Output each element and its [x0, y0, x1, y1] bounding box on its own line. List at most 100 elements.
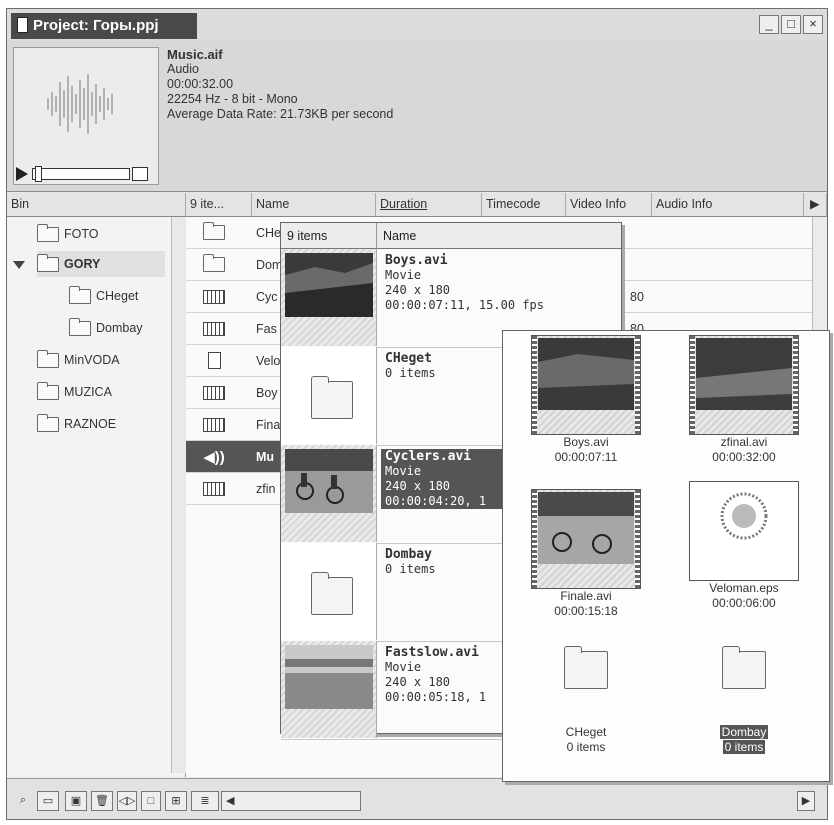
document-icon	[207, 352, 221, 369]
thumbnail-row-type: Movie	[385, 464, 422, 478]
clip-thumbnail	[281, 445, 377, 542]
folder-icon	[203, 222, 225, 240]
expand-triangle-icon[interactable]	[13, 261, 25, 269]
preview-player	[16, 166, 148, 182]
icon-view-item[interactable]: Boys.avi 00:00:07:11	[511, 335, 661, 465]
icon-view-item[interactable]: CHeget 0 items	[511, 646, 661, 755]
bin-item-minvoda[interactable]: MinVODA	[37, 347, 120, 373]
thumbnail-row-name: Boys.avi	[385, 253, 448, 268]
horizontal-scrollbar[interactable]: ◀	[221, 791, 361, 811]
clip-thumbnail	[281, 543, 377, 640]
icon-item-name: CHeget	[565, 725, 607, 739]
clip-data-rate: Average Data Rate: 21.73KB per second	[167, 107, 394, 121]
scroll-columns-right-icon[interactable]: ▶	[804, 193, 827, 217]
maximize-button[interactable]: □	[781, 15, 801, 34]
clip-thumbnail	[689, 481, 799, 581]
list-row-name: Dom	[256, 257, 283, 272]
close-button[interactable]: ×	[803, 15, 823, 34]
bin-item-cheget[interactable]: CHeget	[69, 283, 138, 309]
thumbnail-row-size: 240 x 180	[385, 283, 451, 297]
icon-item-name: Finale.avi	[560, 589, 612, 603]
bin-item-raznoe[interactable]: RAZNOE	[37, 411, 116, 437]
waveform-icon	[47, 74, 113, 134]
bin-item-label: MinVODA	[64, 353, 120, 367]
clip-format: 22254 Hz - 8 bit - Mono	[167, 92, 298, 106]
list-row-fragment: 80	[630, 289, 644, 304]
clip-duration: 00:00:32.00	[167, 77, 234, 91]
icon-item-name: zfinal.avi	[720, 435, 768, 449]
bin-item-dombay[interactable]: Dombay	[69, 315, 143, 341]
clip-thumbnail	[281, 249, 377, 346]
cyclers-thumbnail-image	[285, 449, 373, 513]
film-icon	[203, 321, 225, 336]
audio-info-column-header[interactable]: Audio Info	[652, 193, 804, 217]
thumbnail-row-type: 0 items	[385, 562, 436, 576]
icon-item-name: Dombay	[719, 725, 769, 739]
bin-item-foto[interactable]: FOTO	[37, 221, 99, 247]
thumbnail-view-icon[interactable]: ⊞	[165, 791, 187, 811]
bin-item-muzica[interactable]: MUZICA	[37, 379, 112, 405]
thumbnail-row-name: Fastslow.avi	[385, 645, 479, 660]
thumbnail-row-size: 240 x 180	[385, 479, 451, 493]
clip-type: Audio	[167, 62, 199, 76]
find-icon[interactable]: ⌕	[13, 791, 33, 811]
thumbnail-row-size: 240 x 180	[385, 675, 451, 689]
title-bar[interactable]: Project: Горы.ppj _ □ ×	[7, 9, 827, 42]
clip-thumbnail	[281, 641, 377, 738]
thumbnail-name-header[interactable]: Name	[377, 223, 621, 249]
project-file-icon	[17, 17, 28, 33]
list-row-name: Fas	[256, 321, 277, 336]
icon-view-item[interactable]: Finale.avi 00:00:15:18	[511, 489, 661, 619]
list-row-name: Fina	[256, 417, 281, 432]
folder-icon	[203, 254, 225, 272]
icon-view-item[interactable]: Veloman.eps 00:00:06:00	[669, 481, 819, 611]
window-title-tab[interactable]: Project: Горы.ppj	[11, 13, 197, 39]
zfinal-thumbnail-image	[696, 338, 792, 410]
thumbnail-row-duration: 00:00:04:20, 1	[385, 494, 487, 508]
icon-view-icon[interactable]: □	[141, 791, 161, 811]
list-row-name: CHe	[256, 225, 282, 240]
bin-column-header[interactable]: Bin	[7, 193, 186, 217]
resize-panel-icon[interactable]: ◁▷	[117, 791, 137, 811]
list-row-name: Cyc	[256, 289, 278, 304]
icon-view-item-selected[interactable]: Dombay 0 items	[669, 646, 819, 755]
fastslow-thumbnail-image	[285, 645, 373, 709]
list-row-name: zfin	[256, 481, 276, 496]
icon-item-sub: 00:00:06:00	[712, 596, 776, 610]
thumbnail-count-header[interactable]: 9 items	[281, 223, 377, 249]
finale-thumbnail-image	[538, 492, 634, 564]
list-row-name: Boy	[256, 385, 278, 400]
icon-item-sub: 00:00:07:11	[554, 450, 618, 464]
scroll-right-icon[interactable]: ▶	[797, 791, 815, 811]
folder-icon	[37, 349, 59, 368]
clip-thumbnail	[689, 335, 799, 435]
new-bin-icon[interactable]: ▭	[37, 791, 59, 811]
icon-view-item[interactable]: zfinal.avi 00:00:32:00	[669, 335, 819, 465]
bin-item-label: MUZICA	[64, 385, 112, 399]
thumbnail-row-type: Movie	[385, 660, 422, 674]
bin-scrollbar[interactable]	[171, 217, 186, 773]
count-column-header[interactable]: 9 ite...	[186, 193, 252, 217]
play-icon[interactable]	[16, 167, 28, 181]
folder-icon	[37, 413, 59, 432]
list-view-icon[interactable]: ≣	[191, 791, 219, 811]
thumbnail-row-duration: 00:00:05:18, 1	[385, 690, 487, 704]
speaker-icon: ◀))	[203, 448, 225, 466]
folder-icon	[37, 223, 59, 242]
icon-item-sub: 00:00:15:18	[554, 604, 618, 618]
thumbnail-row-type: Movie	[385, 268, 422, 282]
poster-frame-button[interactable]	[132, 167, 148, 181]
name-column-header[interactable]: Name	[252, 193, 376, 217]
film-audio-icon	[203, 481, 225, 496]
video-info-column-header[interactable]: Video Info	[566, 193, 652, 217]
minimize-button[interactable]: _	[759, 15, 779, 34]
bin-item-gory[interactable]: GORY	[37, 251, 165, 277]
bin-item-label: GORY	[64, 257, 101, 271]
icon-view-panel: Boys.avi 00:00:07:11 zfinal.avi 00:00:32…	[502, 330, 830, 782]
new-item-icon[interactable]: ▣	[65, 791, 87, 811]
trash-icon[interactable]: 🗑	[91, 791, 113, 811]
bin-item-label: RAZNOE	[64, 417, 117, 431]
preview-scrubber[interactable]	[32, 166, 130, 182]
timecode-column-header[interactable]: Timecode	[482, 193, 566, 217]
duration-column-header[interactable]: Duration	[376, 193, 482, 217]
